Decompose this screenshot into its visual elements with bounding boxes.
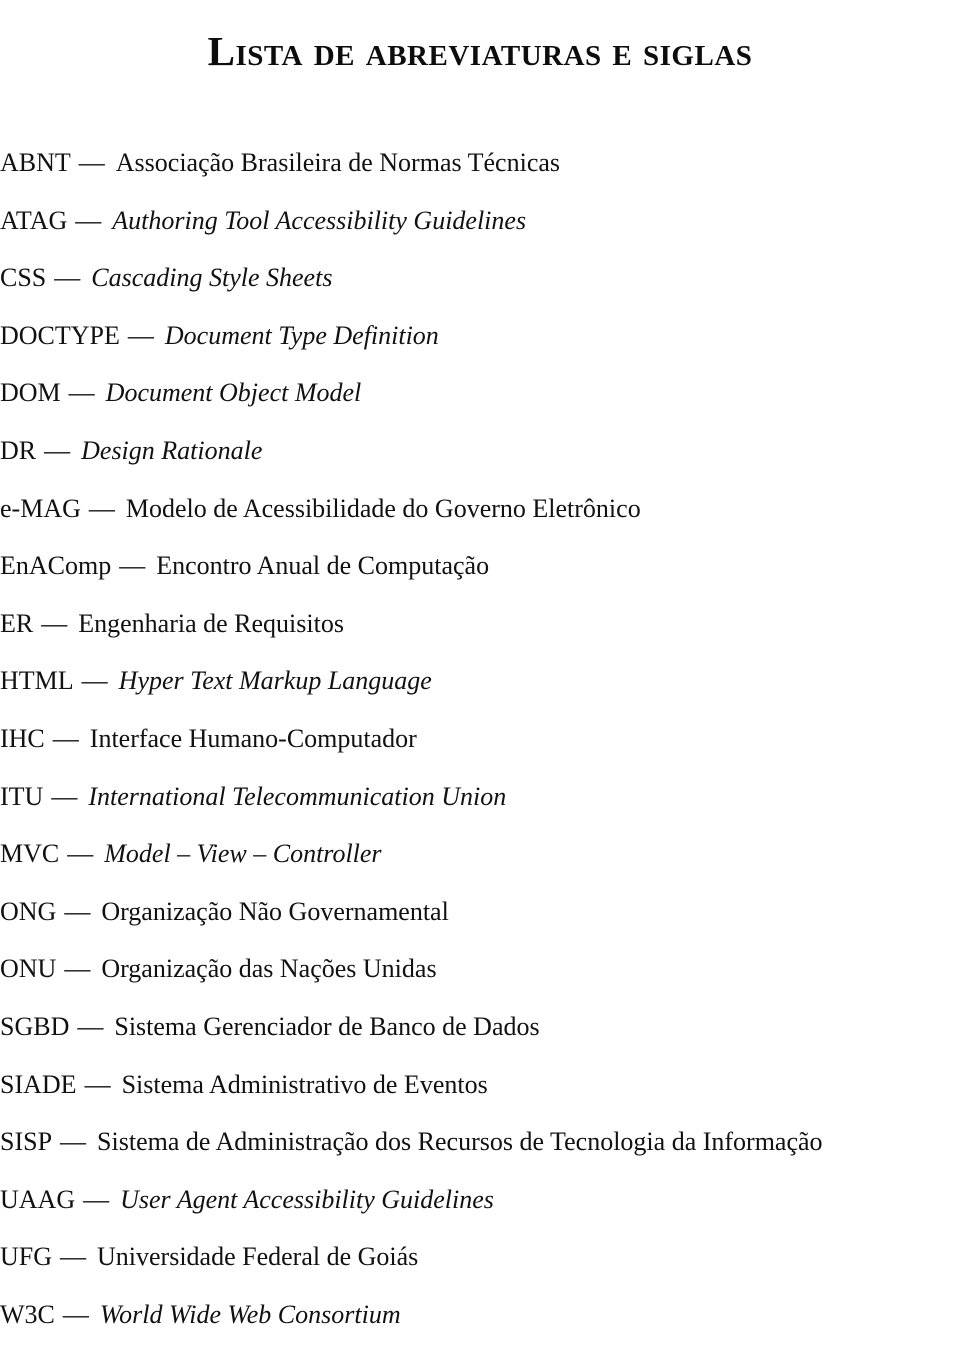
em-dash-separator: — [88,493,115,523]
abbreviation-entry: W3C — World Wide Web Consortium [0,1299,960,1356]
em-dash-separator: — [60,1127,87,1157]
abbreviation-entry: SGBD — Sistema Gerenciador de Banco de Dad… [0,1011,960,1069]
abbreviation-term: DOM [0,378,61,408]
em-dash-separator: — [44,435,71,465]
em-dash-separator: — [62,1299,89,1329]
abbreviation-entry: DOCTYPE — Document Type Definition [0,320,960,378]
abbreviation-entry: ABNT — Associação Brasileira de Normas Téc… [0,147,960,205]
abbreviation-term: IHC [0,723,45,753]
abbreviation-definition: Sistema Administrativo de Eventos [121,1069,488,1099]
em-dash-separator: — [78,148,105,177]
abbreviation-definition: Sistema Gerenciador de Banco de Dados [114,1011,540,1041]
abbreviation-term: EnAComp [0,551,112,581]
abbreviation-entry: ONG — Organização Não Governamental [0,896,960,954]
abbreviation-definition: Hyper Text Markup Language [118,666,432,696]
em-dash-separator: — [68,378,95,408]
abbreviation-definition: Document Type Definition [164,320,439,350]
abbreviation-definition: Sistema de Administração dos Recursos de… [97,1127,823,1157]
abbreviation-entry: UAAG — User Agent Accessibility Guidelines [0,1184,960,1242]
abbreviation-definition: Interface Humano-Computador [89,723,417,753]
abbreviation-term: MVC [0,839,60,869]
abbreviation-list: ABNT — Associação Brasileira de Normas Téc… [0,147,960,1356]
abbreviation-entry: UFG — Universidade Federal de Goiás [0,1241,960,1299]
abbreviation-term: ONU [0,954,57,984]
abbreviation-term: ITU [0,781,44,811]
abbreviation-entry: IHC — Interface Humano-Computador [0,723,960,781]
abbreviation-definition: User Agent Accessibility Guidelines [120,1184,494,1214]
abbreviation-definition: Associação Brasileira de Normas Técnicas [115,148,561,177]
abbreviation-term: SISP [0,1127,53,1157]
em-dash-separator: — [51,781,78,811]
abbreviation-term: e-MAG [0,493,81,523]
abbreviation-definition: Modelo de Acessibilidade do Governo Elet… [125,493,641,523]
em-dash-separator: — [64,954,91,984]
abbreviation-term: DOCTYPE [0,320,120,350]
em-dash-separator: — [84,1069,111,1099]
em-dash-separator: — [41,608,68,638]
abbreviation-entry: DR — Design Rationale [0,435,960,493]
em-dash-separator: — [54,263,81,293]
abbreviation-term: ONG [0,896,57,926]
abbreviation-term: ATAG [0,205,68,235]
abbreviation-term: SGBD [0,1011,70,1041]
abbreviation-entry: DOM — Document Object Model [0,377,960,435]
abbreviation-definition: World Wide Web Consortium [99,1299,401,1329]
abbreviation-entry: ATAG — Authoring Tool Accessibility Guidel… [0,205,960,263]
em-dash-separator: — [119,551,146,581]
abbreviation-definition: Document Object Model [105,378,362,408]
abbreviation-definition: Model – View – Controller [104,839,382,869]
abbreviation-definition: Authoring Tool Accessibility Guidelines [112,205,527,235]
em-dash-separator: — [64,896,91,926]
em-dash-separator: — [83,1184,110,1214]
em-dash-separator: — [60,1242,87,1272]
abbreviation-entry: SIADE — Sistema Administrativo de Eventos [0,1069,960,1127]
abbreviation-definition: Cascading Style Sheets [91,263,333,293]
abbreviation-definition: Encontro Anual de Computação [156,551,490,581]
abbreviation-term: DR [0,435,37,465]
em-dash-separator: — [127,320,154,350]
abbreviation-entry: MVC — Model – View – Controller [0,838,960,896]
abbreviation-term: HTML [0,666,74,696]
abbreviation-entry: ER — Engenharia de Requisitos [0,608,960,666]
abbreviation-term: SIADE [0,1069,77,1099]
abbreviation-definition: International Telecommunication Union [88,781,507,811]
abbreviation-definition: Organização das Nações Unidas [101,954,437,984]
abbreviation-term: CSS [0,263,47,293]
abbreviation-entry: EnAComp — Encontro Anual de Computação [0,550,960,608]
abbreviation-entry: e-MAG — Modelo de Acessibilidade do Govern… [0,493,960,551]
abbreviation-term: UFG [0,1242,53,1272]
abbreviation-entry: HTML — Hyper Text Markup Language [0,665,960,723]
abbreviation-entry: SISP — Sistema de Administração dos Recurs… [0,1126,960,1184]
em-dash-separator: — [52,723,79,753]
abbreviation-term: ABNT [0,148,71,177]
em-dash-separator: — [77,1011,104,1041]
abbreviation-term: UAAG [0,1184,76,1214]
abbreviation-definition: Organização Não Governamental [101,896,449,926]
abbreviation-entry: ITU — International Telecommunication Unio… [0,781,960,839]
abbreviation-entry: ONU — Organização das Nações Unidas [0,953,960,1011]
abbreviation-term: ER [0,608,34,638]
abbreviation-term: W3C [0,1299,55,1329]
abbreviation-definition: Design Rationale [81,435,263,465]
document-page: Lista de abreviaturas e siglas ABNT — Asso… [0,0,960,1328]
page-title: Lista de abreviaturas e siglas [207,28,753,75]
em-dash-separator: — [67,839,94,869]
abbreviation-definition: Engenharia de Requisitos [78,608,344,638]
abbreviation-entry: CSS — Cascading Style Sheets [0,262,960,320]
em-dash-separator: — [75,205,102,235]
em-dash-separator: — [81,666,108,696]
abbreviation-definition: Universidade Federal de Goiás [97,1242,419,1272]
